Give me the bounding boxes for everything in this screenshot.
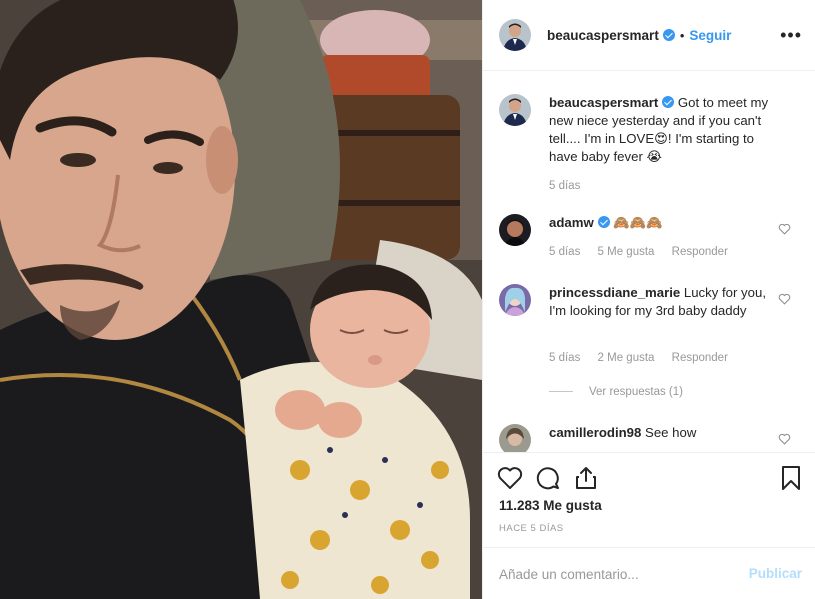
verified-badge-icon [662,29,675,41]
comment-body: adamw 🙈🙈🙈 [549,214,777,232]
comment-username[interactable]: camillerodin98 [549,425,641,440]
publish-button[interactable]: Publicar [749,566,802,581]
comment-text: See how [645,425,697,440]
share-upload-icon[interactable] [573,465,599,491]
comment-likes[interactable]: 5 Me gusta [598,246,655,258]
replies-divider [549,391,573,393]
commenter-avatar[interactable] [499,214,531,246]
like-comment-heart-icon[interactable] [778,293,791,305]
like-comment-heart-icon[interactable] [778,223,791,235]
author-username[interactable]: beaucaspersmart [547,28,659,43]
caption-time[interactable]: 5 días [549,180,580,192]
follow-button[interactable]: Seguir [689,28,731,43]
like-heart-icon[interactable] [497,465,523,491]
selfie-with-newborn-image [0,0,482,599]
heart-eyes-emoji: 😍 [654,131,668,146]
crying-emoji: 😭 [646,149,662,164]
comment-body: camillerodin98 See how [549,424,777,442]
comment-meta: 5 días 5 Me gusta Responder [549,246,742,258]
comments-list[interactable]: beaucaspersmart Got to meet my new niece… [483,71,815,452]
comment-likes[interactable]: 2 Me gusta [598,352,655,364]
comment-username[interactable]: adamw [549,215,594,230]
view-replies-label: Ver respuestas (1) [589,386,683,398]
post-timestamp[interactable]: HACE 5 DÍAS [499,523,564,534]
post-header: beaucaspersmart • Seguir ••• [483,0,815,71]
caption-avatar[interactable] [499,94,531,126]
instagram-post: beaucaspersmart • Seguir ••• beaucaspers… [0,0,815,599]
commenter-avatar[interactable] [499,424,531,452]
caption-body: beaucaspersmart Got to meet my new niece… [549,94,777,166]
comment-bubble-icon[interactable] [535,465,561,491]
comment-username[interactable]: princessdiane_marie [549,285,680,300]
likes-count[interactable]: 11.283 Me gusta [499,498,602,513]
commenter-avatar[interactable] [499,284,531,316]
comment-input[interactable] [499,562,739,586]
post-photo[interactable] [0,0,482,599]
caption-username[interactable]: beaucaspersmart [549,95,658,110]
add-comment-bar: Publicar [483,547,815,599]
comment-meta: 5 días 2 Me gusta Responder [549,352,742,364]
view-replies-button[interactable]: Ver respuestas (1) [549,386,683,398]
reply-button[interactable]: Responder [672,352,728,364]
caption-meta: 5 días [549,180,594,192]
verified-badge-icon [662,96,675,108]
post-side-panel: beaucaspersmart • Seguir ••• beaucaspers… [482,0,815,599]
like-comment-heart-icon[interactable] [778,433,791,445]
comment-text: 🙈🙈🙈 [613,215,663,230]
more-options-icon[interactable]: ••• [780,26,802,44]
comment-time[interactable]: 5 días [549,246,580,258]
verified-badge-icon [597,216,610,228]
comment-time[interactable]: 5 días [549,352,580,364]
author-avatar[interactable] [499,19,531,51]
post-actions: 11.283 Me gusta HACE 5 DÍAS [483,452,815,547]
comment-body: princessdiane_marie Lucky for you, I'm l… [549,284,777,320]
save-bookmark-icon[interactable] [778,465,804,491]
header-separator: • [679,27,685,43]
reply-button[interactable]: Responder [672,246,728,258]
